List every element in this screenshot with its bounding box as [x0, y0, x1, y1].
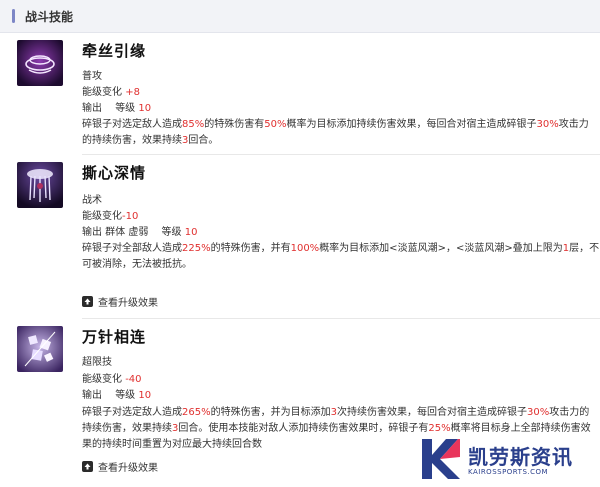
- skill-tags-level: 输出 群体 虚弱 等级 10: [82, 223, 197, 238]
- description-text: 持续伤害，效果持续: [82, 423, 172, 434]
- highlight-value: 50%: [264, 119, 287, 130]
- skill-name: 万针相连: [82, 328, 147, 346]
- level-value: 10: [138, 103, 152, 114]
- skill-tags: 输出: [82, 390, 102, 401]
- divider: [82, 154, 600, 155]
- highlight-value: 265%: [182, 407, 211, 418]
- header-accent-bar: [12, 9, 15, 23]
- highlight-value: 100%: [290, 243, 320, 254]
- skill-card: 撕心深情 战术 能级变化-10 输出 群体 虚弱 等级 10 碎银子对全部敌人造…: [0, 162, 600, 312]
- section-title: 战斗技能: [25, 9, 74, 24]
- skill-tags-level: 输出 等级 10: [82, 386, 151, 401]
- skill-name: 撕心深情: [82, 164, 147, 182]
- upgrade-arrow-icon: [82, 296, 93, 307]
- section-header: 战斗技能: [0, 0, 600, 33]
- skill-type: 战术: [82, 195, 102, 206]
- description-text: 攻击力的: [549, 407, 590, 418]
- description-text: 概率为目标添加<淡蓝风潮>，<淡蓝风潮>叠加上限为: [319, 243, 563, 254]
- highlight-value: 225%: [182, 243, 211, 254]
- highlight-value: 30%: [526, 407, 550, 418]
- skill-tags: 输出 群体 虚弱: [82, 227, 149, 238]
- description-text: 碎银子对选定敌人造成: [82, 119, 182, 130]
- description-text: 层，不: [569, 243, 600, 254]
- skill-description: 持续伤害，效果持续3回合。使用本技能对敌人添加持续伤害效果时，碎银子有25%概率…: [82, 419, 591, 434]
- skill-description: 碎银子对选定敌人造成85%的特殊伤害有50%概率为目标添加持续伤害效果，每回合对…: [82, 115, 589, 130]
- skill-description: 果的持续时间重置为对应最大持续回合数: [82, 435, 262, 450]
- level-label: 等级: [161, 227, 182, 238]
- skill-energy: 能级变化 +8: [82, 83, 140, 98]
- skill-energy: 能级变化 -40: [82, 370, 142, 385]
- description-text: 的特殊伤害，并有: [210, 243, 291, 254]
- description-text: 碎银子对选定敌人造成: [82, 407, 182, 418]
- energy-label: 能级变化: [82, 211, 122, 222]
- energy-value: -40: [125, 374, 142, 385]
- energy-label: 能级变化: [82, 87, 122, 98]
- skill-description: 可被消除，无法被抵抗。: [82, 255, 192, 270]
- skill-icon-needles: [17, 326, 63, 372]
- skill-tags: 输出: [82, 103, 102, 114]
- skill-energy: 能级变化-10: [82, 207, 138, 222]
- description-text: 可被消除，无法被抵抗。: [82, 259, 192, 270]
- divider: [82, 318, 600, 319]
- watermark-logo-icon: [422, 439, 460, 479]
- view-upgrade-button[interactable]: 查看升级效果: [82, 459, 158, 474]
- skill-description: 碎银子对选定敌人造成265%的特殊伤害，并为目标添加3次持续伤害效果，每回合对宿…: [82, 403, 589, 418]
- description-text: 的特殊伤害，并为目标添加: [210, 407, 331, 418]
- description-text: 概率将目标身上全部持续伤害效: [450, 423, 591, 434]
- energy-value: -10: [122, 211, 139, 222]
- skill-description: 的持续伤害，效果持续3回合。: [82, 131, 218, 146]
- highlight-value: 25%: [428, 423, 451, 434]
- skill-tags-level: 输出 等级 10: [82, 99, 151, 114]
- description-text: 的持续伤害，效果持续: [82, 135, 182, 146]
- level-label: 等级: [115, 390, 136, 401]
- skill-card: 牵丝引缘 普攻 能级变化 +8 输出 等级 10 碎银子对选定敌人造成85%的特…: [0, 40, 600, 156]
- watermark: 凯劳斯资讯 KAIROSSPORTS.COM: [418, 437, 598, 483]
- watermark-subtext: KAIROSSPORTS.COM: [468, 468, 549, 476]
- description-text: 攻击力: [558, 119, 589, 130]
- energy-label: 能级变化: [82, 374, 122, 385]
- skill-icon-heart: [17, 162, 63, 208]
- skill-description: 碎银子对全部敌人造成225%的特殊伤害，并有100%概率为目标添加<淡蓝风潮>，…: [82, 239, 599, 254]
- energy-value: +8: [125, 87, 140, 98]
- description-text: 回合。使用本技能对敌人添加持续伤害效果时，碎银子有: [178, 423, 429, 434]
- description-text: 碎银子对全部敌人造成: [82, 243, 182, 254]
- upgrade-arrow-icon: [82, 461, 93, 472]
- level-value: 10: [138, 390, 152, 401]
- upgrade-label: 查看升级效果: [98, 298, 158, 309]
- description-text: 的特殊伤害有: [204, 119, 265, 130]
- description-text: 回合。: [188, 135, 219, 146]
- skill-icon-silk: [17, 40, 63, 86]
- description-text: 概率为目标添加持续伤害效果，每回合对宿主造成碎银子: [286, 119, 537, 130]
- highlight-value: 30%: [536, 119, 559, 130]
- watermark-text: 凯劳斯资讯: [468, 445, 573, 469]
- highlight-value: 85%: [182, 119, 205, 130]
- view-upgrade-button[interactable]: 查看升级效果: [82, 294, 158, 309]
- level-value: 10: [184, 227, 198, 238]
- level-label: 等级: [115, 103, 136, 114]
- description-text: 果的持续时间重置为对应最大持续回合数: [82, 439, 262, 450]
- skill-type: 普攻: [82, 71, 102, 82]
- skill-type: 超限技: [82, 357, 112, 368]
- description-text: 次持续伤害效果，每回合对宿主造成碎银子: [336, 407, 527, 418]
- skill-name: 牵丝引缘: [82, 42, 147, 60]
- upgrade-label: 查看升级效果: [98, 463, 158, 474]
